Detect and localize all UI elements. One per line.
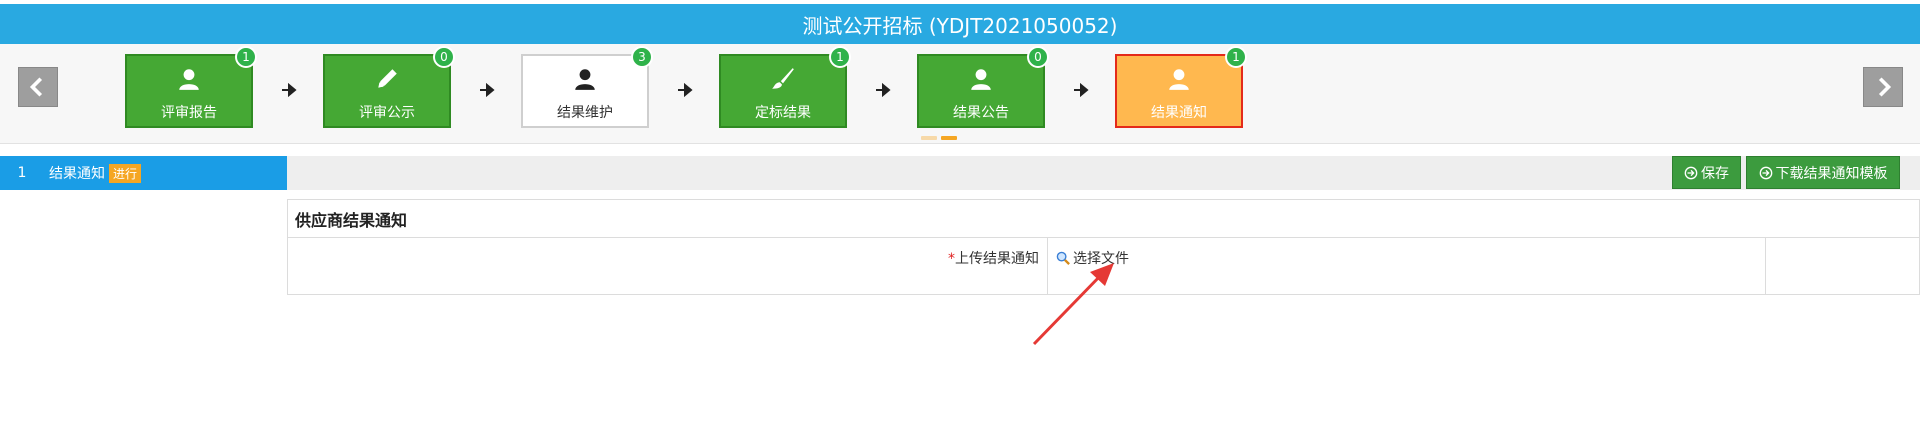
chevron-left-icon bbox=[29, 77, 43, 97]
arrow-right-icon bbox=[281, 82, 297, 98]
arrow-right-icon bbox=[1073, 82, 1089, 98]
arrow-circle-icon bbox=[1759, 166, 1772, 179]
choose-file-link[interactable]: 选择文件 bbox=[1056, 248, 1129, 268]
arrow-right-icon bbox=[875, 82, 891, 98]
step-review-report[interactable]: 评审报告 1 bbox=[125, 46, 257, 128]
step-result-maintenance[interactable]: 结果维护 3 bbox=[521, 46, 653, 128]
count-badge: 3 bbox=[631, 46, 653, 68]
count-badge: 1 bbox=[235, 46, 257, 68]
download-template-button[interactable]: 下载结果通知模板 bbox=[1746, 156, 1900, 189]
step-label: 结果维护 bbox=[557, 105, 613, 121]
page-dot-active[interactable] bbox=[941, 136, 957, 140]
chevron-right-icon bbox=[1878, 77, 1892, 97]
upload-field-label: *上传结果通知 bbox=[288, 238, 1048, 295]
toolbar: 保存 下载结果通知模板 bbox=[287, 156, 1920, 190]
next-arrow-button[interactable] bbox=[1863, 67, 1903, 107]
stage-number: 1 bbox=[17, 165, 27, 181]
section-title: 供应商结果通知 bbox=[288, 200, 1919, 238]
brush-icon bbox=[772, 68, 794, 89]
page-dot[interactable] bbox=[921, 136, 937, 140]
step-result-announcement[interactable]: 结果公告 0 bbox=[917, 46, 1049, 128]
count-badge: 0 bbox=[1027, 46, 1049, 68]
upload-label-text: 上传结果通知 bbox=[955, 251, 1039, 267]
form-row-upload: *上传结果通知 选择文件 bbox=[288, 238, 1919, 295]
user-icon bbox=[1169, 69, 1189, 90]
page-title-bar: 测试公开招标 (YDJT2021050052) bbox=[0, 4, 1920, 44]
step-label: 定标结果 bbox=[755, 105, 811, 121]
count-badge: 1 bbox=[829, 46, 851, 68]
required-mark: * bbox=[948, 251, 955, 267]
workflow-stepper: 评审报告 1 评审公示 0 结果维护 3 定标结果 1 结果公告 0 结果通知 … bbox=[0, 44, 1920, 144]
choose-file-label: 选择文件 bbox=[1073, 251, 1129, 267]
upload-field-value: 选择文件 bbox=[1048, 238, 1766, 295]
count-badge: 0 bbox=[433, 46, 455, 68]
arrow-right-icon bbox=[677, 82, 693, 98]
save-button-label: 保存 bbox=[1701, 165, 1729, 182]
sidebar-item-result-notice[interactable]: 1 结果通知 进行 bbox=[0, 156, 287, 190]
user-icon bbox=[971, 69, 991, 90]
download-template-label: 下载结果通知模板 bbox=[1775, 165, 1888, 182]
user-icon bbox=[179, 69, 199, 90]
arrow-circle-icon bbox=[1684, 166, 1698, 179]
page-title: 测试公开招标 (YDJT2021050052) bbox=[802, 13, 1118, 38]
user-icon bbox=[575, 69, 595, 90]
status-badge: 进行 bbox=[109, 163, 142, 183]
search-icon bbox=[1056, 251, 1070, 265]
step-review-publicity[interactable]: 评审公示 0 bbox=[323, 46, 455, 128]
step-label: 评审公示 bbox=[359, 105, 415, 121]
step-label: 评审报告 bbox=[161, 105, 217, 121]
supplier-result-notice-form: 供应商结果通知 *上传结果通知 选择文件 bbox=[287, 199, 1920, 295]
previous-arrow-button[interactable] bbox=[18, 67, 58, 107]
save-button[interactable]: 保存 bbox=[1672, 156, 1741, 189]
arrow-right-icon bbox=[479, 82, 495, 98]
step-award-result[interactable]: 定标结果 1 bbox=[719, 46, 851, 128]
page-indicator bbox=[921, 136, 957, 140]
step-label: 结果通知 bbox=[1151, 105, 1207, 121]
step-result-notice[interactable]: 结果通知 1 bbox=[1115, 46, 1247, 128]
pencil-icon bbox=[378, 69, 397, 88]
count-badge: 1 bbox=[1225, 46, 1247, 68]
stage-label: 结果通知 bbox=[49, 166, 105, 182]
upload-field-extra bbox=[1766, 238, 1919, 295]
step-label: 结果公告 bbox=[953, 105, 1009, 121]
